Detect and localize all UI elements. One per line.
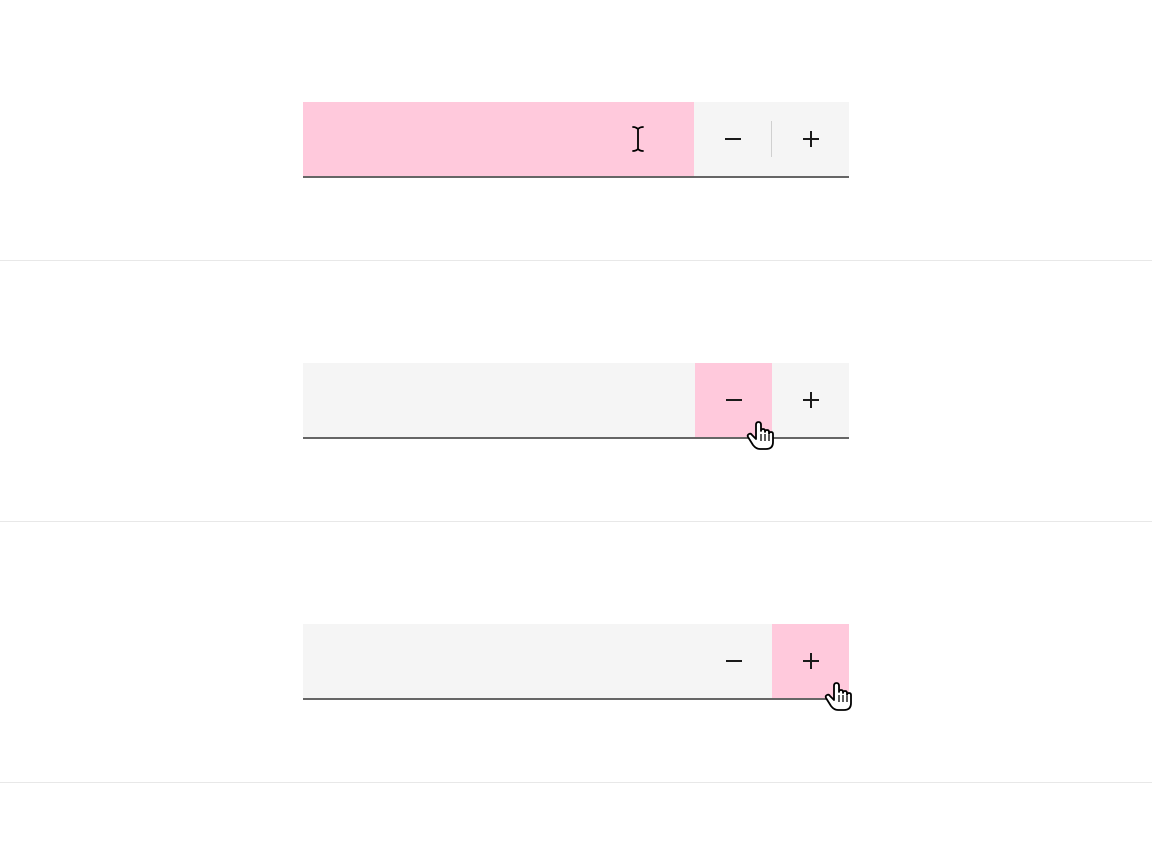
plus-icon [803, 131, 819, 147]
copies-input[interactable] [303, 363, 695, 437]
decrement-button[interactable] [694, 102, 771, 176]
stepper-state-input-hover [0, 0, 1152, 261]
minus-icon [726, 660, 742, 662]
stepper-container [303, 343, 849, 439]
stepper-container [303, 82, 849, 178]
minus-icon [725, 138, 741, 140]
plus-icon [803, 653, 819, 669]
stepper-state-minus-hover [0, 261, 1152, 522]
number-stepper [303, 102, 849, 178]
stepper-container [303, 604, 849, 700]
increment-button[interactable] [772, 102, 849, 176]
minus-icon [726, 399, 742, 401]
plus-icon [803, 392, 819, 408]
stepper-state-plus-hover [0, 522, 1152, 783]
number-stepper [303, 363, 849, 439]
pointer-cursor-icon [821, 680, 853, 714]
copies-input[interactable] [303, 624, 695, 698]
decrement-button[interactable] [695, 624, 772, 698]
increment-button[interactable] [772, 363, 849, 437]
pointer-cursor-icon [743, 419, 775, 453]
copies-input[interactable] [303, 102, 694, 176]
text-cursor-icon [630, 125, 646, 153]
number-stepper [303, 624, 849, 700]
